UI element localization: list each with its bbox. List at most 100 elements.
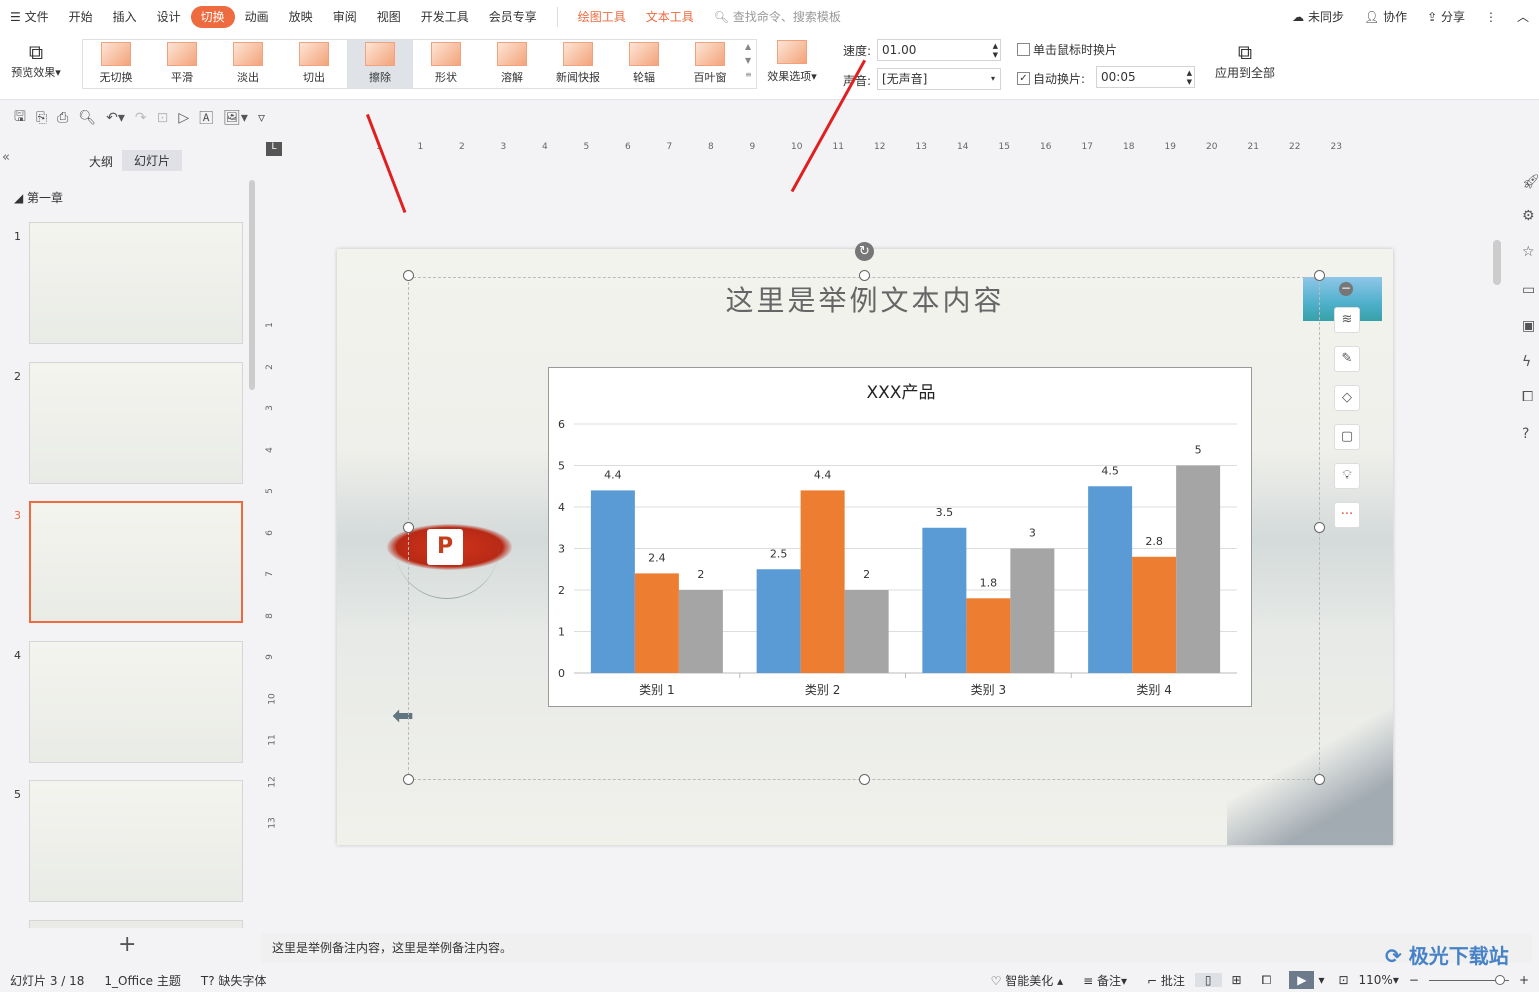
tab-slides[interactable]: 幻灯片	[122, 150, 183, 171]
image-icon[interactable]: ▣	[1522, 318, 1539, 336]
resize-handle[interactable]	[1314, 522, 1325, 533]
customize-icon[interactable]: ▿	[258, 110, 265, 126]
notes-toggle[interactable]: ≡ 备注▾	[1073, 972, 1137, 989]
zoom-level[interactable]: 110%	[1359, 973, 1393, 987]
canvas-scrollbar[interactable]	[1491, 140, 1503, 920]
tab-6[interactable]: 审阅	[323, 6, 367, 28]
rotate-handle-icon[interactable]: ↻	[855, 242, 874, 261]
zoom-in-icon[interactable]: +	[1509, 973, 1539, 987]
textbox-icon[interactable]: 🄰	[199, 108, 213, 128]
beautify-button[interactable]: ♡ 智能美化 ▴	[981, 972, 1073, 989]
bar[interactable]	[922, 527, 967, 673]
search-command[interactable]: 🔍︎ 查找命令、搜索模板	[704, 6, 851, 28]
share-button[interactable]: ⇪ 分享	[1417, 6, 1475, 28]
sync-button[interactable]: ☁ 未同步	[1282, 6, 1354, 28]
tab-outline[interactable]: 大纲	[86, 152, 116, 171]
resize-handle[interactable]	[859, 270, 870, 281]
transition-4[interactable]: 擦除	[347, 40, 413, 88]
auto-advance-checkbox[interactable]: ✓ 自动换片:	[1017, 70, 1085, 87]
more-options-icon[interactable]: ···	[1334, 502, 1360, 528]
comment-icon[interactable]: ▭	[1522, 282, 1539, 300]
collapse-ribbon-icon[interactable]: ︿	[1507, 6, 1539, 28]
horizontal-ruler[interactable]: 11234567891011121314151617181920212223	[282, 140, 1492, 156]
format-painter-icon[interactable]: ⊡	[157, 110, 169, 126]
tab-stop-icon[interactable]: L	[266, 142, 282, 156]
help-icon[interactable]: ?	[1522, 426, 1539, 444]
transition-6[interactable]: 溶解	[479, 40, 545, 88]
collab-button[interactable]: 👤︎ 协作	[1354, 6, 1417, 28]
slide-thumb-6-partial[interactable]	[29, 920, 243, 928]
tab-9[interactable]: 会员专享	[479, 6, 547, 28]
transition-8[interactable]: 轮辐	[611, 40, 677, 88]
bar[interactable]	[756, 569, 801, 673]
export-icon[interactable]: ⎘	[36, 110, 47, 126]
theme-name[interactable]: 1_Office 主题	[94, 972, 190, 989]
resize-handle[interactable]	[403, 774, 414, 785]
transition-5[interactable]: 形状	[413, 40, 479, 88]
slideshow-button[interactable]: ▶	[1289, 971, 1315, 989]
comment-toggle[interactable]: ⌐ 批注	[1137, 972, 1195, 989]
bar[interactable]	[1176, 465, 1221, 674]
menu-file[interactable]: ☰ 文件	[0, 6, 59, 28]
tab-text-tools[interactable]: 文本工具	[636, 6, 704, 28]
save-icon[interactable]: 🖫︎	[14, 106, 26, 130]
redo-icon[interactable]: ↷	[135, 110, 147, 126]
idea-icon[interactable]: 💡︎	[1334, 463, 1360, 489]
picture-icon[interactable]: 🖼︎▾	[223, 110, 248, 126]
slide-thumb-2[interactable]	[29, 362, 243, 484]
tab-8[interactable]: 开发工具	[411, 6, 479, 28]
print-icon[interactable]: ⎙	[57, 110, 68, 126]
lightning-icon[interactable]: ϟ	[1522, 354, 1539, 372]
collapse-panel-icon[interactable]: «	[2, 150, 10, 165]
tab-1[interactable]: 插入	[103, 6, 147, 28]
transition-1[interactable]: 平滑	[149, 40, 215, 88]
bar[interactable]	[678, 590, 723, 673]
star-icon[interactable]: ☆	[1522, 244, 1539, 262]
book-icon[interactable]: ⧠	[1522, 389, 1539, 407]
resize-handle[interactable]	[859, 774, 870, 785]
sorter-view-icon[interactable]: ⊞	[1222, 973, 1252, 987]
pen-icon[interactable]: ✎	[1334, 346, 1360, 372]
section-header[interactable]: ◢ 第一章	[14, 189, 63, 206]
tab-0[interactable]: 开始	[59, 6, 103, 28]
tab-3[interactable]: 切换	[190, 6, 235, 28]
tab-5[interactable]: 放映	[279, 6, 323, 28]
bar[interactable]	[844, 590, 889, 673]
panel-scrollbar[interactable]	[249, 180, 255, 390]
reading-view-icon[interactable]: ⧠	[1252, 973, 1282, 988]
bar[interactable]	[1088, 486, 1133, 673]
zoom-out-float-icon[interactable]: −	[1339, 282, 1353, 296]
tab-4[interactable]: 动画	[235, 6, 279, 28]
resize-handle[interactable]	[403, 522, 414, 533]
chart[interactable]: XXX产品 0 1 2 3 4 5 6 类别 1 4.4 2.4 2 类别 2 2.5 4.4 2 类别 3 3.…	[548, 367, 1252, 707]
resize-handle[interactable]	[1314, 270, 1325, 281]
fill-icon[interactable]: ◇	[1334, 385, 1360, 411]
tab-2[interactable]: 设计	[147, 6, 191, 28]
slide-thumb-3[interactable]	[29, 501, 243, 623]
undo-icon[interactable]: ↶▾	[106, 110, 125, 126]
notes-pane[interactable]: 这里是举例备注内容，这里是举例备注内容。	[262, 933, 1532, 963]
bar[interactable]	[1132, 556, 1177, 673]
resize-handle[interactable]	[403, 270, 414, 281]
missing-font-button[interactable]: T? 缺失字体	[191, 972, 277, 989]
add-slide-button[interactable]: +	[118, 932, 136, 957]
speed-input[interactable]: 01.00 ▲ ▼	[877, 39, 1001, 61]
crop-icon[interactable]: ▢	[1334, 424, 1360, 450]
click-advance-checkbox[interactable]: 单击鼠标时换片	[1017, 41, 1117, 58]
settings-sliders-icon[interactable]: ⚙	[1522, 208, 1539, 226]
gallery-scroll[interactable]: ▲ ▼ ≡	[745, 40, 752, 82]
slide-canvas[interactable]: 这里是举例文本内容 P ⬅ XXX产品 0 1 2 3 4 5 6 类别 1 4.4 2.4 2 类别 …	[337, 249, 1393, 845]
transition-2[interactable]: 淡出	[215, 40, 281, 88]
rocket-icon[interactable]: 🚀︎	[1522, 174, 1539, 192]
bar[interactable]	[634, 573, 679, 673]
apply-all-button[interactable]: ⧉ 应用到全部	[1210, 40, 1280, 81]
transition-3[interactable]: 切出	[281, 40, 347, 88]
bar[interactable]	[1010, 548, 1055, 674]
preview-effect-button[interactable]: ⧉ 预览效果▾	[6, 40, 66, 80]
bar[interactable]	[590, 490, 635, 673]
slide-thumb-4[interactable]	[29, 641, 243, 763]
sound-select[interactable]: [无声音] ▾	[877, 68, 1001, 90]
transition-7[interactable]: 新闻快报	[545, 40, 611, 88]
transition-0[interactable]: 无切换	[83, 40, 149, 88]
print-preview-icon[interactable]: 🔍︎	[78, 110, 96, 126]
